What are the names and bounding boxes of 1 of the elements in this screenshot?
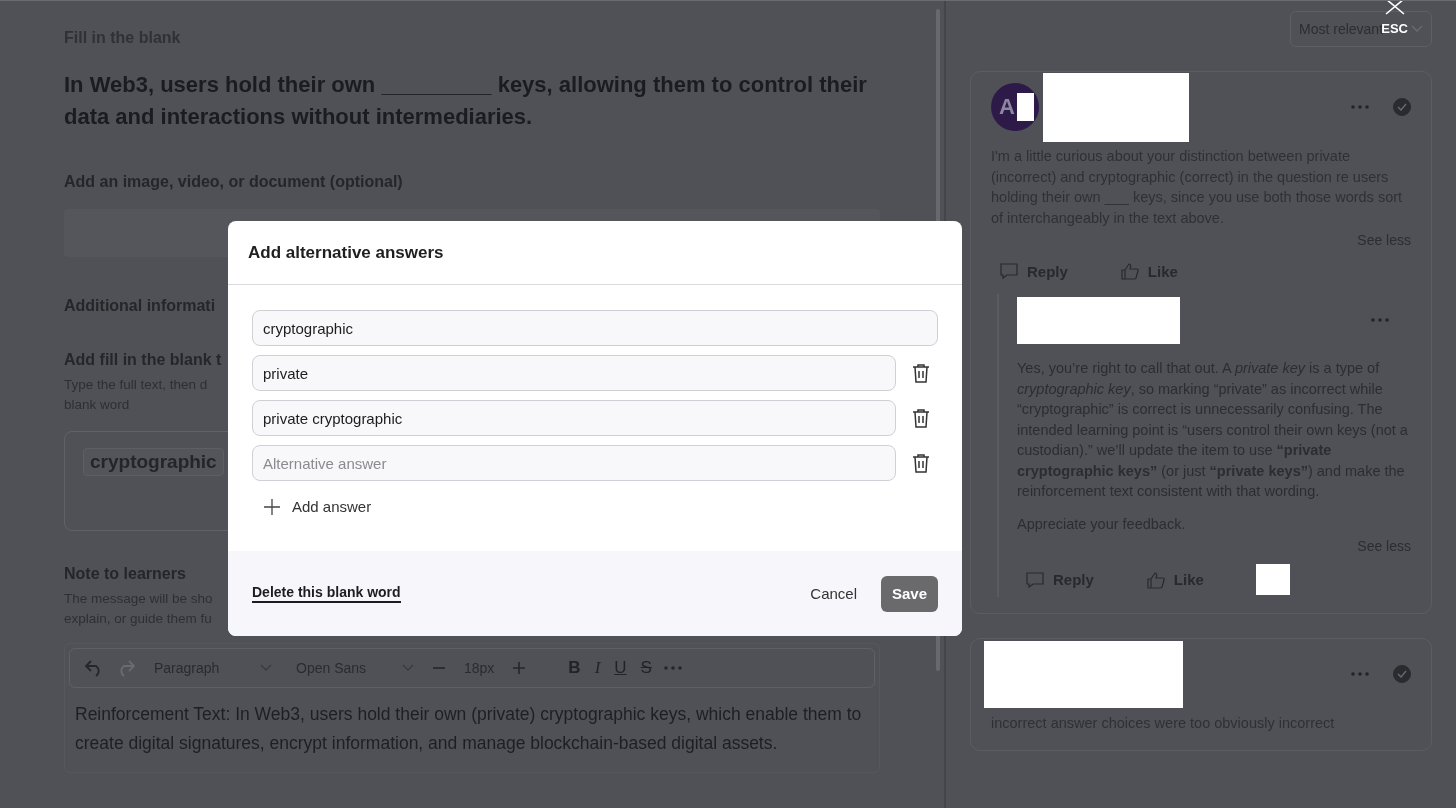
modal-title: Add alternative answers bbox=[228, 221, 962, 285]
